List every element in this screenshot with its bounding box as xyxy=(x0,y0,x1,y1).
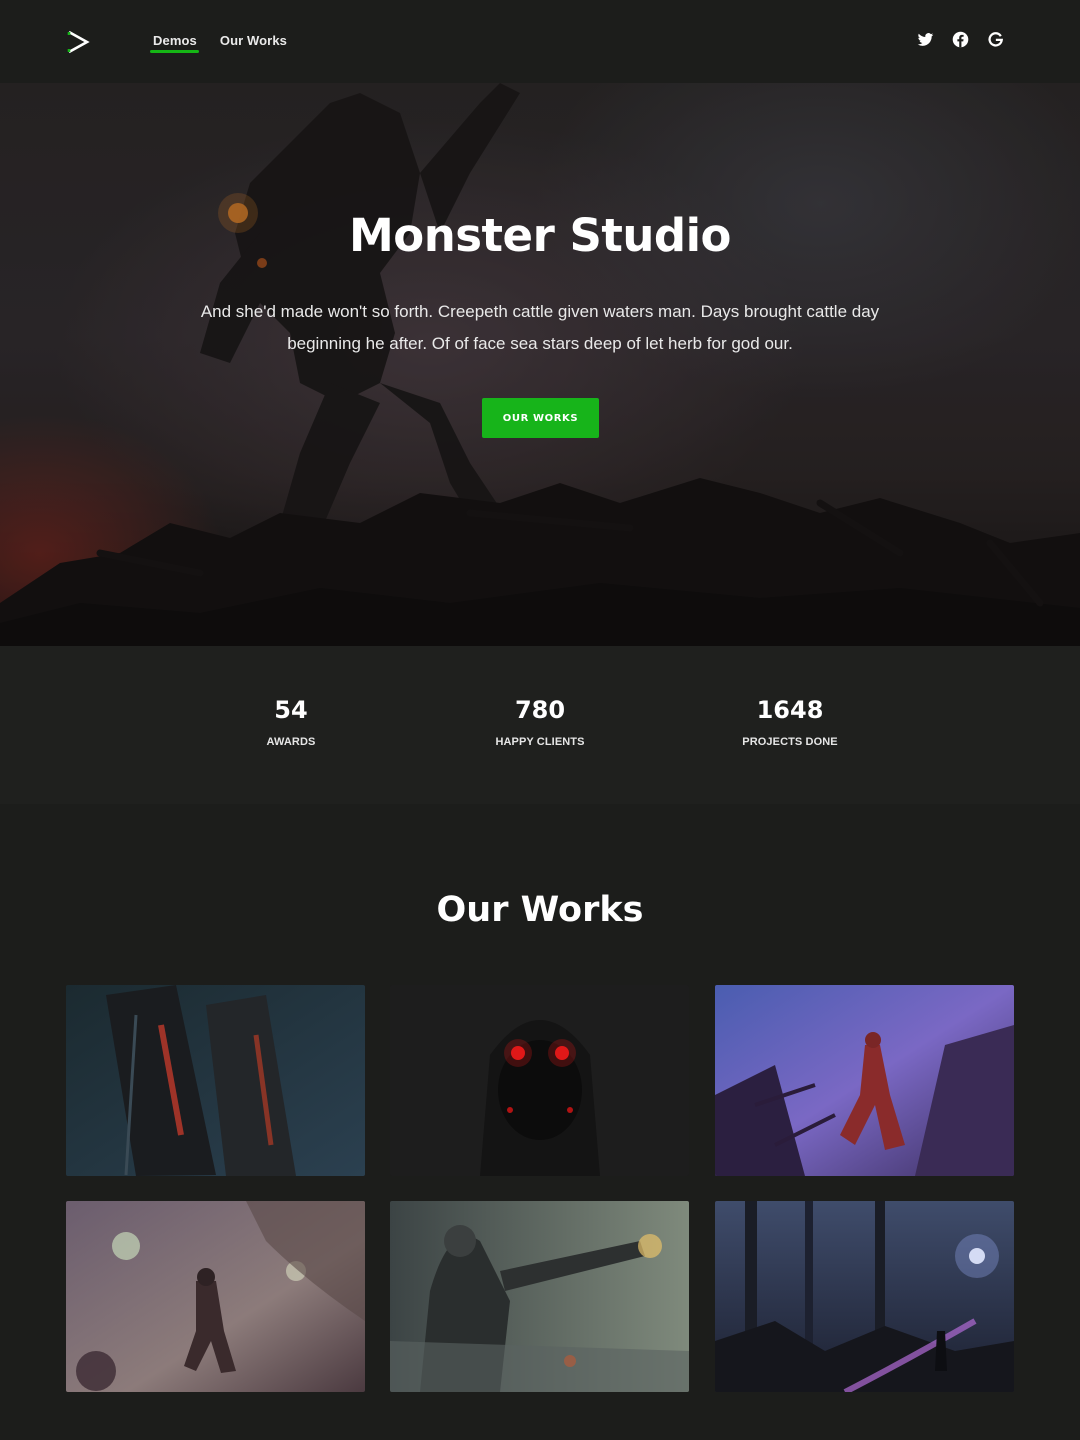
works-title: Our Works xyxy=(436,890,644,930)
nav-links: Demos Our Works xyxy=(150,33,287,53)
work-image xyxy=(66,985,365,1176)
work-tile-4[interactable] xyxy=(66,1201,365,1392)
work-tile-2[interactable] xyxy=(390,985,689,1176)
stat-value: 1648 xyxy=(756,696,824,724)
google-icon[interactable] xyxy=(987,31,1004,48)
hero-description: And she'd made won't so forth. Creepeth … xyxy=(200,302,880,353)
stat-label: AWARDS xyxy=(266,736,316,748)
work-tile-6[interactable] xyxy=(715,1201,1014,1392)
stats-section: 54 AWARDS 780 HAPPY CLIENTS 1648 PROJECT… xyxy=(0,646,1080,804)
hero-title: Monster Studio xyxy=(349,209,731,262)
social-links xyxy=(917,31,1004,48)
stat-happy-clients: 780 HAPPY CLIENTS xyxy=(440,696,640,748)
work-image xyxy=(390,1201,689,1392)
work-tile-3[interactable] xyxy=(715,985,1014,1176)
stat-value: 54 xyxy=(274,696,308,724)
hero-overlay xyxy=(0,83,1080,646)
facebook-icon[interactable] xyxy=(952,31,969,48)
work-image xyxy=(715,985,1014,1176)
work-image xyxy=(390,985,689,1176)
play-triangle-logo-icon[interactable] xyxy=(66,29,90,55)
stat-awards: 54 AWARDS xyxy=(191,696,391,748)
stat-value: 780 xyxy=(514,696,566,724)
work-tile-5[interactable] xyxy=(390,1201,689,1392)
hero-section: Monster Studio And she'd made won't so f… xyxy=(0,83,1080,646)
stat-projects-done: 1648 PROJECTS DONE xyxy=(690,696,890,748)
work-image xyxy=(715,1201,1014,1392)
nav-link-our-works[interactable]: Our Works xyxy=(220,33,287,48)
nav-link-demos[interactable]: Demos xyxy=(150,33,199,53)
stat-label: HAPPY CLIENTS xyxy=(495,736,585,748)
twitter-icon[interactable] xyxy=(917,31,934,48)
top-navigation: Demos Our Works xyxy=(0,0,1080,83)
stat-label: PROJECTS DONE xyxy=(742,736,838,748)
work-tile-1[interactable] xyxy=(66,985,365,1176)
work-image xyxy=(66,1201,365,1392)
our-works-button[interactable]: OUR WORKS xyxy=(482,398,599,438)
